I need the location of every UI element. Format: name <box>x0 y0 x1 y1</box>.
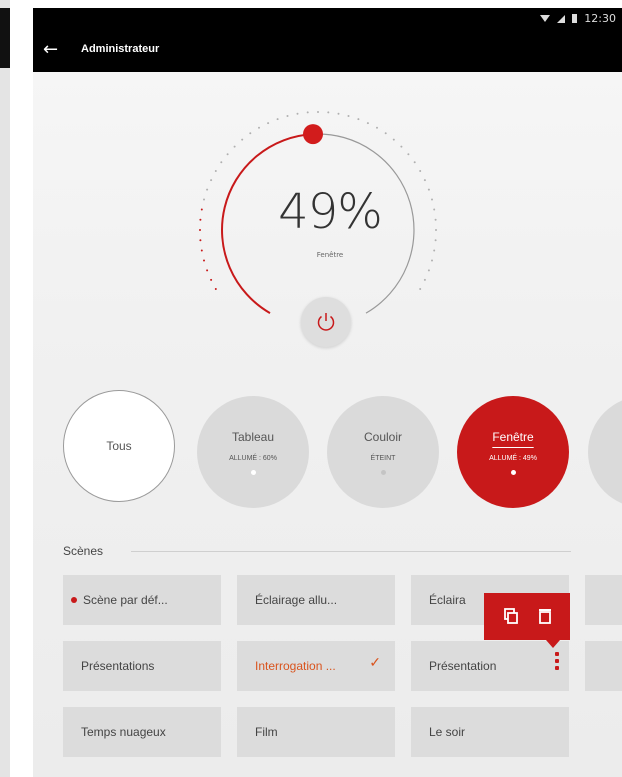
tablet-screen: 12:30 ← Administrateur 49% Fenêtre Tous … <box>33 8 622 777</box>
dial-tick-dot <box>419 288 422 290</box>
background-screen-edge <box>0 0 10 777</box>
dial-tick-dot <box>327 111 330 114</box>
zone-indicator-dot <box>380 469 386 475</box>
dial-tick-dot <box>357 118 360 121</box>
dial-tick-dot <box>337 112 340 115</box>
zone-tableau[interactable]: Tableau ALLUMÉ : 60% <box>197 396 309 508</box>
scenes-divider <box>131 551 571 552</box>
zone-indicator-dot <box>250 469 256 475</box>
dial-tick-dot <box>206 269 209 272</box>
dial-tick-dot <box>203 198 205 201</box>
scene-tile[interactable]: Le soir <box>411 707 569 757</box>
dial-tick-dot <box>384 132 387 135</box>
zone-state: ALLUMÉ : 60% <box>229 454 277 462</box>
dial-tick-dot <box>427 188 430 191</box>
scene-tile[interactable]: Éclairage allu... <box>237 575 395 625</box>
zone-name: Fenêtre <box>492 429 534 444</box>
dial-percent: 49% <box>278 184 383 240</box>
dial-tick-dot <box>276 118 279 121</box>
dial-tick-dot <box>407 153 410 156</box>
scene-label: Présentation <box>429 659 497 673</box>
dial-tick-dot <box>413 161 416 164</box>
dial-tick-dot <box>233 145 236 148</box>
zone-state: ALLUMÉ : 49% <box>489 454 537 462</box>
dial-tick-dot <box>419 170 422 172</box>
dial-tick-dot <box>431 259 433 262</box>
dial-tick-dot <box>400 145 403 148</box>
scenes-heading: Scènes <box>63 544 104 558</box>
zone-name: Tableau <box>231 429 275 444</box>
dial-tick-dot <box>203 259 205 262</box>
scene-label: Éclairage allu... <box>255 593 338 607</box>
dial-tick-dot <box>267 122 270 125</box>
scene-label: Scène par déf... <box>83 593 168 607</box>
scene-tile[interactable]: Temps nuageux <box>63 707 221 757</box>
zone-indicator-dot <box>510 469 516 475</box>
scene-label: Le soir <box>429 725 466 739</box>
dial-tick-dot <box>226 153 229 156</box>
dial-tick-dot <box>427 269 430 272</box>
scene-tile[interactable]: Présentation <box>411 641 569 691</box>
dial-tick-dot <box>199 218 202 221</box>
dial-tick-dot <box>220 161 223 164</box>
more-vertical-icon[interactable] <box>555 652 559 670</box>
scene-label: Film <box>255 725 278 739</box>
power-icon <box>317 313 335 331</box>
dial-tick-dot <box>392 138 395 141</box>
delete-icon[interactable] <box>536 607 554 625</box>
dial-tick-dot <box>241 138 244 141</box>
dial-tick-dot <box>200 208 203 211</box>
background-screen-topbar <box>0 8 10 68</box>
dial-tick-dot <box>317 111 319 113</box>
scene-tile-partial[interactable] <box>585 575 622 625</box>
dial-handle <box>303 124 323 145</box>
dial-tick-dot <box>249 132 252 135</box>
dial-tick-dot <box>286 115 289 117</box>
dial-tick-dot <box>435 229 437 231</box>
scene-tile[interactable]: Présentations <box>63 641 221 691</box>
dial-tick-dot <box>431 198 433 201</box>
dial-tick-dot <box>199 229 201 231</box>
scene-tile[interactable]: Film <box>237 707 395 757</box>
dial-tick-dot <box>258 126 260 129</box>
scene-label: Éclaira <box>429 593 466 607</box>
dial-tick-dot <box>206 188 209 191</box>
dial-tick-dot <box>347 115 350 117</box>
copy-icon[interactable] <box>502 607 520 625</box>
scene-label: Présentations <box>81 659 155 673</box>
zone-next-partial[interactable] <box>588 396 622 508</box>
dial-tick-dot <box>434 218 437 221</box>
scene-tile-selected[interactable]: Interrogation ... ✓ <box>237 641 395 691</box>
dial-tick-dot <box>423 278 426 281</box>
scene-label: Temps nuageux <box>81 725 166 739</box>
default-scene-dot <box>71 597 77 603</box>
dial-tick-dot <box>296 112 299 115</box>
dial-tick-dot <box>214 170 217 172</box>
dial-tick-dot <box>376 126 378 129</box>
dial-tick-dot <box>366 122 369 125</box>
scene-tile[interactable]: Scène par déf... <box>63 575 221 625</box>
dial-zone-label: Fenêtre <box>316 251 344 259</box>
zone-name: Tous <box>106 439 132 453</box>
dial-tick-dot <box>433 249 436 252</box>
scene-label: Interrogation ... <box>255 659 336 673</box>
power-button[interactable] <box>301 297 351 347</box>
dial-tick-dot <box>434 239 437 242</box>
dial-tick-dot <box>433 208 436 211</box>
dial-tick-dot <box>199 239 202 242</box>
dial-tick-dot <box>210 179 213 182</box>
scene-tile-partial[interactable] <box>585 641 622 691</box>
dial-tick-dot <box>214 288 217 290</box>
zone-state: ÉTEINT <box>370 454 396 462</box>
dial-tick-dot <box>210 278 213 281</box>
scene-actions-popup <box>484 593 570 648</box>
zone-all[interactable]: Tous <box>63 390 175 502</box>
dial-tick-dot <box>200 249 203 252</box>
zone-name: Couloir <box>363 429 402 444</box>
zone-couloir[interactable]: Couloir ÉTEINT <box>327 396 439 508</box>
check-icon: ✓ <box>369 654 381 670</box>
dial-tick-dot <box>306 111 309 114</box>
zone-fenetre[interactable]: Fenêtre ALLUMÉ : 49% <box>457 396 569 508</box>
dial-tick-dot <box>423 179 426 182</box>
